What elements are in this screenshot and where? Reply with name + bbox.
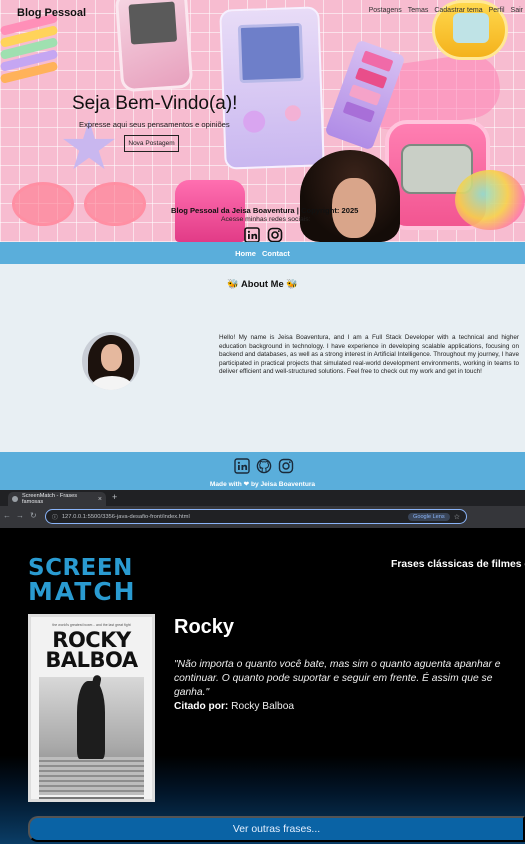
screenmatch-logo: SCREEN MATCH [28,557,156,606]
cite-label: Citado por: [174,701,229,712]
linkedin-icon[interactable] [234,458,250,474]
globe-icon [12,496,18,502]
footer-social-icons [234,458,294,474]
poster-title-line-2: BALBOA [45,647,138,672]
flip-phone-decoration [114,0,194,93]
site-info-icon[interactable]: ⓘ [52,512,58,521]
screenmatch-page: SCREEN MATCH Frases clássicas de filmes … [0,528,525,844]
blog-brand[interactable]: Blog Pessoal [17,7,86,19]
browser-chrome: ScreenMatch - Frases famosas × + ← → ↻ ⓘ… [0,490,525,528]
game-console-decoration [219,6,325,170]
boxer-figure [77,681,105,759]
close-icon[interactable]: × [98,496,102,503]
nav-perfil[interactable]: Perfil [489,7,505,14]
movie-title: Rocky [174,616,235,638]
forward-icon[interactable]: → [16,511,24,520]
bookmark-star-icon[interactable]: ☆ [454,513,460,521]
nav-postagens[interactable]: Postagens [369,7,402,14]
nav-cadastrar-tema[interactable]: Cadastrar tema [434,7,482,14]
blog-topbar: Home Contact [0,242,525,264]
instagram-icon[interactable] [278,458,294,474]
logo-line-2: MATCH [28,576,137,606]
url-text: 127.0.0.1:5500/3356-java-desafio-front/i… [61,513,190,520]
blog-page: Blog Pessoal Postagens Temas Cadastrar t… [0,0,525,490]
about-title: 🐝 About Me 🐝 [227,278,298,289]
sunglasses-decoration [8,176,158,232]
avatar [82,332,140,390]
poster-tagline: the world's greatest boxer... and the la… [52,623,131,627]
address-bar[interactable]: ⓘ 127.0.0.1:5500/3356-java-desafio-front… [45,509,467,524]
hero-subtitle: Expresse aqui seus pensamentos e opiniõe… [79,120,230,129]
movie-quote: "Não importa o quanto você bate, mas sim… [174,659,501,698]
hero-social-icons [244,227,283,242]
tab-title: ScreenMatch - Frases famosas [22,493,78,505]
nav-contact[interactable]: Contact [262,249,290,258]
cite-name: Rocky Balboa [231,701,295,712]
movie-poster: the world's greatest boxer... and the la… [28,614,155,802]
about-text: Hello! My name is Jeisa Boaventura, and … [219,334,519,376]
tab-bar: ScreenMatch - Frases famosas × + [0,490,525,506]
nav-sair[interactable]: Sair [511,7,523,14]
pens-decoration [0,13,60,84]
github-icon[interactable] [256,458,272,474]
browser-tab[interactable]: ScreenMatch - Frases famosas × [8,492,106,506]
google-lens-button[interactable]: Google Lens [407,512,450,521]
header-text: Frases clássicas de filmes e [391,559,525,570]
hero-title: Seja Bem-Vindo(a)! [72,93,238,114]
nav-temas[interactable]: Temas [408,7,429,14]
new-post-button[interactable]: Nova Postagem [124,135,179,152]
hero-banner: Blog Pessoal Postagens Temas Cadastrar t… [0,0,525,242]
reload-icon[interactable]: ↻ [30,511,37,520]
social-text: Acesse minhas redes sociais: [221,216,311,223]
made-with-text: Made with ❤ by Jeisa Boaventura [209,481,316,488]
candy-decoration [455,170,525,230]
copyright-text: Blog Pessoal da Jeisa Boaventura | Copyr… [171,206,359,215]
blog-nav: Postagens Temas Cadastrar tema Perfil Sa… [369,7,523,14]
new-tab-button[interactable]: + [112,492,117,502]
back-icon[interactable]: ← [3,511,11,520]
quote-citation: Citado por: Rocky Balboa [174,701,294,712]
linkedin-icon[interactable] [244,227,260,242]
browser-toolbar: ← → ↻ ⓘ 127.0.0.1:5500/3356-java-desafio… [0,506,525,528]
more-quotes-button[interactable]: Ver outras frases... [28,816,525,842]
instagram-icon[interactable] [267,227,283,242]
nav-home[interactable]: Home [235,249,256,258]
poster-title: ROCKY BALBOA [31,630,152,672]
